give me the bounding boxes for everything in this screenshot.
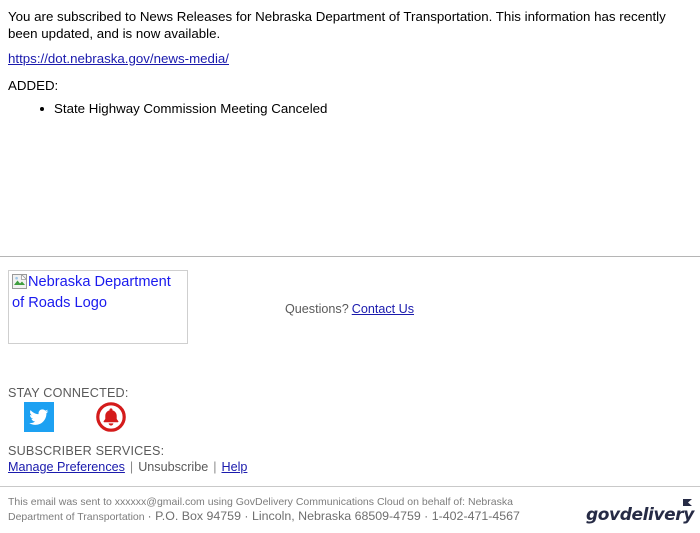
agency-logo-alt-text: Nebraska Department of Roads Logo (12, 274, 171, 311)
questions-label: Questions? (285, 302, 349, 316)
manage-preferences-link[interactable]: Manage Preferences (8, 460, 125, 474)
footer-divider-top (0, 256, 700, 257)
legal-disclaimer: This email was sent to xxxxxx@gmail.com … (8, 495, 568, 524)
subscriber-services-links: Manage Preferences | Unsubscribe | Help (8, 459, 247, 475)
list-item-label: State Highway Commission Meeting Cancele… (54, 101, 328, 116)
link-separator: | (129, 460, 134, 474)
email-message-body: You are subscribed to News Releases for … (0, 0, 700, 119)
broken-image-icon (12, 273, 28, 294)
footer-divider-bottom (0, 486, 700, 487)
questions-block: Questions? Contact Us (285, 301, 414, 317)
news-media-url-line: https://dot.nebraska.gov/news-media/ (8, 50, 696, 67)
twitter-icon[interactable] (24, 402, 54, 432)
govdelivery-flag-icon (683, 499, 692, 510)
legal-line-2-agency: Transportation (77, 511, 145, 523)
intro-paragraph: You are subscribed to News Releases for … (8, 9, 666, 41)
contact-us-link[interactable]: Contact Us (352, 302, 414, 316)
subscriber-services-label: SUBSCRIBER SERVICES: (8, 444, 165, 458)
list-item: State Highway Commission Meeting Cancele… (40, 100, 696, 117)
govdelivery-logo: govdelivery (586, 498, 696, 528)
legal-line-2-address: · P.O. Box 94759 · Lincoln, Nebraska 685… (147, 509, 520, 523)
govdelivery-wordmark: govdelivery (586, 505, 694, 525)
bullet-icon (40, 107, 44, 111)
govdelivery-bell-icon[interactable] (96, 402, 126, 432)
agency-logo-broken-image[interactable]: Nebraska Department of Roads Logo (8, 270, 188, 344)
added-items-list: State Highway Commission Meeting Cancele… (8, 100, 696, 117)
help-link[interactable]: Help (221, 460, 247, 474)
social-links-row (24, 402, 126, 432)
added-section-label: ADDED: (8, 78, 59, 93)
link-separator: | (213, 460, 217, 474)
stay-connected-label: STAY CONNECTED: (8, 386, 129, 400)
unsubscribe-link[interactable]: Unsubscribe (138, 460, 208, 474)
news-media-link[interactable]: https://dot.nebraska.gov/news-media/ (8, 51, 229, 66)
